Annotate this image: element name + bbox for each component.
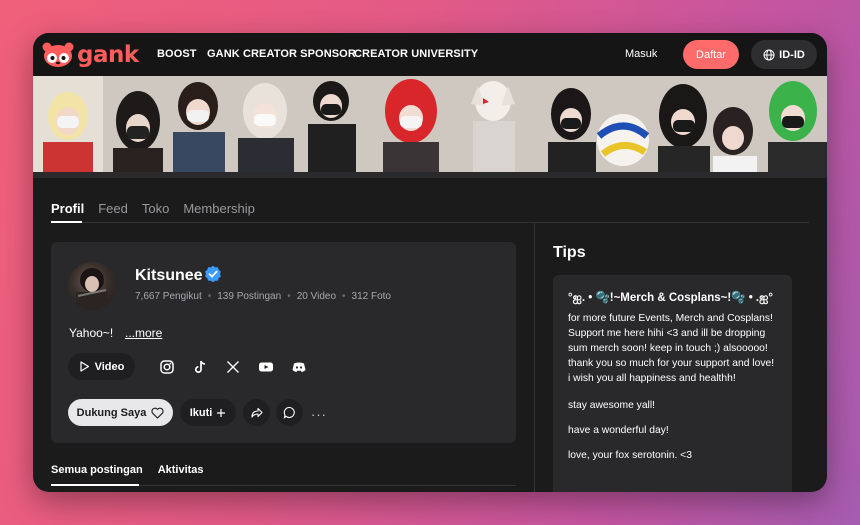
logo-text: gank (77, 42, 139, 68)
bio-more-link[interactable]: ...more (125, 326, 162, 340)
share-button[interactable] (243, 399, 270, 426)
stat-followers: 7,667 Pengikut (135, 291, 202, 302)
logo[interactable]: gank (42, 41, 139, 69)
tips-heading: °ஐ. • 🫧!~Merch & Cosplans~!🫧 • .ஐ° (568, 292, 773, 304)
language-label: ID-ID (779, 48, 805, 61)
share-icon (251, 407, 263, 418)
chat-button[interactable] (276, 399, 303, 426)
globe-icon (763, 49, 775, 60)
avatar[interactable] (68, 262, 116, 310)
tips-card: °ஐ. • 🫧!~Merch & Cosplans~!🫧 • .ஐ° for m… (553, 275, 792, 492)
banner-bottom-strip (33, 172, 827, 178)
follow-label: Ikuti (189, 406, 213, 419)
profile-banner (33, 76, 827, 178)
instagram-icon[interactable] (159, 359, 175, 375)
profile-stats: 7,667 Pengikut • 139 Postingan • 20 Vide… (135, 291, 391, 302)
tips-paragraph: love, your fox serotonin. <3 (568, 450, 692, 461)
tab-toko[interactable]: Toko (142, 201, 169, 216)
verified-badge-icon (205, 265, 221, 283)
tabs-divider (51, 222, 809, 223)
support-label: Dukung Saya (76, 406, 147, 419)
tips-paragraph: have a wonderful day! (568, 425, 669, 436)
tab-all-posts[interactable]: Semua postingan (51, 464, 143, 476)
youtube-icon[interactable] (258, 359, 274, 375)
follow-button[interactable]: Ikuti (180, 399, 236, 426)
profile-card: Kitsunee 7,667 Pengikut • 139 Postingan … (51, 242, 516, 443)
tab-membership[interactable]: Membership (183, 201, 255, 216)
stat-separator: • (207, 291, 212, 302)
column-divider (534, 223, 535, 492)
play-icon (80, 361, 89, 372)
language-button[interactable]: ID-ID (751, 40, 817, 69)
more-options-button[interactable]: ··· (311, 407, 327, 422)
post-tabs: Semua postingan Aktivitas (51, 464, 204, 476)
discord-icon[interactable] (291, 359, 307, 375)
support-button[interactable]: Dukung Saya (68, 399, 173, 426)
profile-bio: Yahoo~! (69, 326, 114, 340)
stat-separator: • (287, 291, 291, 302)
tips-paragraph: stay awesome yall! (568, 400, 655, 411)
signup-button[interactable]: Daftar (683, 40, 739, 69)
profile-tabs: Profil Feed Toko Membership (51, 201, 255, 216)
active-post-tab-indicator (51, 484, 139, 486)
profile-name: Kitsunee (135, 267, 203, 284)
avatar-image (76, 268, 108, 310)
chat-bubble-icon (283, 406, 295, 419)
video-label: Video (94, 360, 125, 373)
nav-link-boost[interactable]: BOOST (157, 48, 197, 60)
red-panda-logo-icon (42, 42, 74, 67)
x-icon[interactable] (225, 359, 241, 375)
plus-icon (217, 408, 226, 417)
heart-icon (151, 407, 164, 419)
stat-posts: 139 Postingan (217, 291, 282, 302)
nav-link-creator-university[interactable]: CREATOR UNIVERSITY (354, 48, 478, 60)
stat-photos: 312 Foto (351, 291, 391, 302)
active-tab-indicator (51, 221, 82, 223)
nav-link-creator-sponsor[interactable]: GANK CREATOR SPONSOR (207, 48, 356, 60)
top-nav: gank BOOST GANK CREATOR SPONSOR CREATOR … (33, 33, 827, 76)
tiktok-icon[interactable] (192, 359, 208, 375)
login-link[interactable]: Masuk (625, 48, 657, 60)
tab-activity[interactable]: Aktivitas (158, 464, 204, 476)
app-window: gank BOOST GANK CREATOR SPONSOR CREATOR … (33, 33, 827, 492)
video-button[interactable]: Video (68, 353, 135, 380)
tab-profil[interactable]: Profil (51, 201, 84, 216)
tips-paragraph: for more future Events, Merch and Cospla… (568, 313, 775, 384)
stat-videos: 20 Video (296, 291, 336, 302)
tips-title: Tips (553, 244, 586, 261)
stat-separator: • (342, 291, 346, 302)
cosplay-collage-image (33, 76, 827, 178)
tab-feed[interactable]: Feed (98, 201, 128, 216)
